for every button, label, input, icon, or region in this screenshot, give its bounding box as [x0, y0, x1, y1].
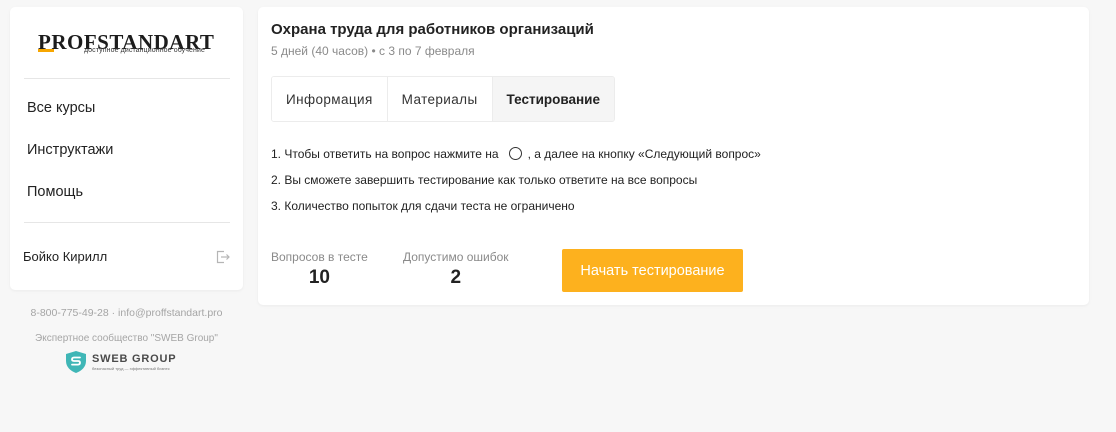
course-tabs: Информация Материалы Тестирование	[271, 76, 615, 122]
stat-errors-value: 2	[450, 267, 462, 288]
user-name: Бойко Кирилл	[23, 249, 108, 264]
sidebar-divider-top	[24, 78, 230, 79]
stat-allowed-errors: Допустимо ошибок 2	[403, 250, 509, 289]
radio-button-icon	[508, 147, 522, 160]
logo-accent-bar	[38, 49, 54, 52]
instruction-line-1: 1. Чтобы ответить на вопрос нажмите на , …	[271, 146, 761, 162]
sweb-logo-tagline: безопасный труд — эффективный бизнес	[92, 366, 170, 371]
stat-errors-label: Допустимо ошибок	[403, 250, 509, 264]
course-card: Охрана труда для работников организаций …	[258, 7, 1089, 305]
profstandart-logo[interactable]: PROFSTANDART доступное дистанционное обу…	[38, 32, 218, 62]
instruction-1-text-before: 1. Чтобы ответить на вопрос нажмите на	[271, 147, 499, 161]
stat-questions: Вопросов в тесте 10	[271, 250, 368, 289]
instruction-1-text-after: , а далее на кнопку «Следующий вопрос»	[527, 147, 761, 161]
sidebar: PROFSTANDART доступное дистанционное обу…	[10, 7, 243, 290]
stat-questions-value: 10	[308, 267, 330, 288]
sidebar-item-all-courses[interactable]: Все курсы	[27, 99, 95, 117]
instruction-line-2: 2. Вы сможете завершить тестирование как…	[271, 173, 698, 187]
sidebar-item-briefings[interactable]: Инструктажи	[27, 141, 113, 159]
page-title: Охрана труда для работников организаций	[271, 21, 594, 38]
logout-icon[interactable]	[215, 249, 231, 265]
sweb-group-logo[interactable]: SWEB GROUP безопасный труд — эффективный…	[64, 350, 192, 376]
footer-community: Экспертное сообщество "SWEB Group"	[35, 333, 218, 344]
sweb-shield-icon	[66, 351, 86, 373]
tab-testing[interactable]: Тестирование	[492, 77, 614, 121]
footer-contacts: 8-800-775-49-28 · info@proffstandart.pro	[30, 307, 223, 319]
sweb-logo-text: SWEB GROUP	[92, 353, 177, 365]
logo-tagline: доступное дистанционное обучение	[84, 47, 205, 54]
tab-materials[interactable]: Материалы	[387, 77, 493, 121]
sidebar-divider-bottom	[24, 222, 230, 223]
tab-information[interactable]: Информация	[272, 77, 388, 121]
course-schedule: 5 дней (40 часов) • с 3 по 7 февраля	[271, 44, 475, 58]
start-test-button[interactable]: Начать тестирование	[562, 249, 743, 292]
stat-questions-label: Вопросов в тесте	[271, 250, 368, 264]
sidebar-item-help[interactable]: Помощь	[27, 183, 83, 201]
instruction-line-3: 3. Количество попыток для сдачи теста не…	[271, 199, 575, 213]
